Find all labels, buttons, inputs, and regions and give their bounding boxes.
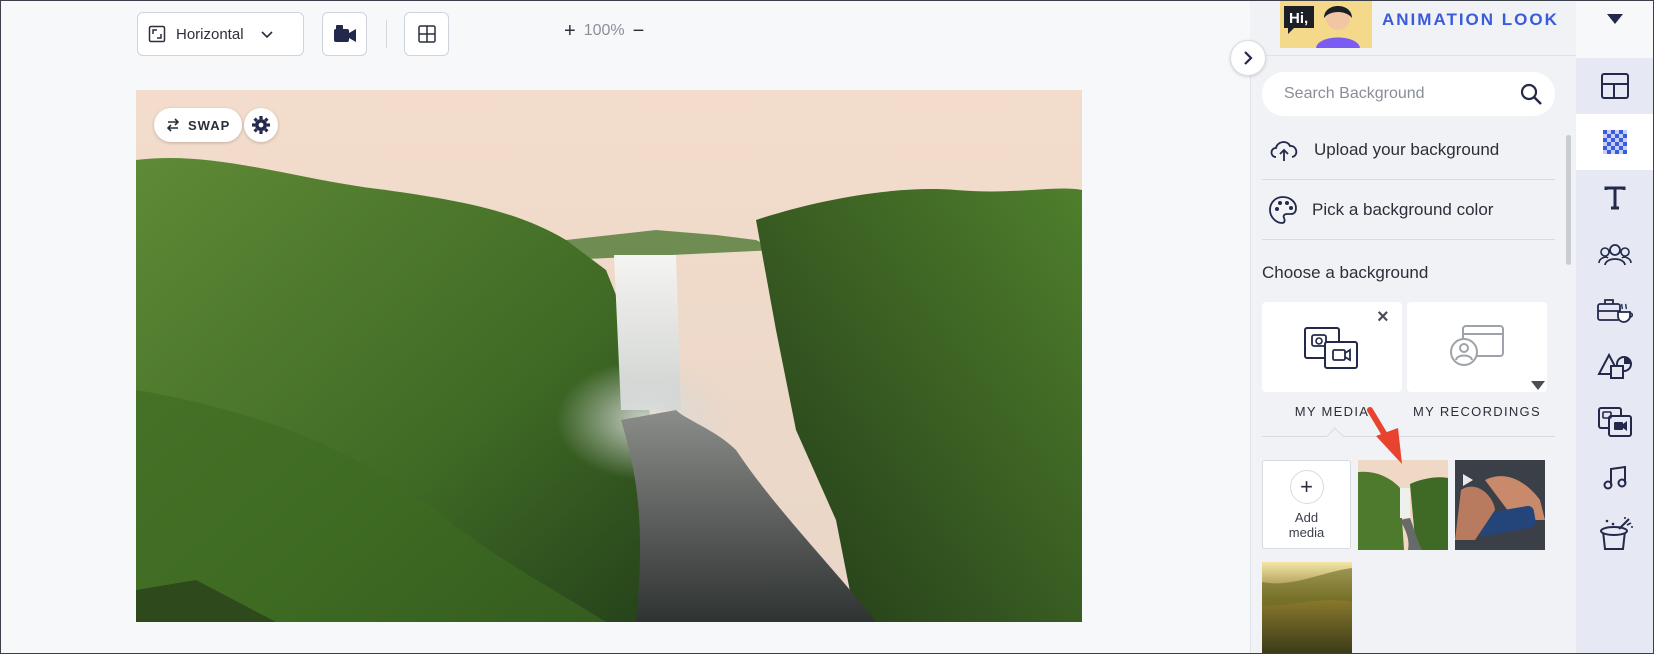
- gear-icon: [252, 116, 270, 134]
- recordings-icon: [1450, 325, 1504, 366]
- swap-label: SWAP: [188, 117, 231, 133]
- layout-tab[interactable]: [1576, 58, 1654, 114]
- media-icon: [1598, 407, 1632, 437]
- panel-scrollbar[interactable]: [1566, 135, 1571, 265]
- background-icon: [1603, 130, 1627, 154]
- forest-thumbnail-image: [1262, 562, 1352, 654]
- music-icon: [1603, 465, 1627, 490]
- recordings-corner-icon: [1531, 381, 1545, 390]
- pick-color-label: Pick a background color: [1312, 199, 1494, 219]
- music-tab[interactable]: [1576, 450, 1654, 506]
- media-tab[interactable]: [1576, 394, 1654, 450]
- media-thumbnail-forest[interactable]: [1262, 562, 1352, 654]
- add-media-label: Add media: [1288, 509, 1325, 540]
- waterfall-background-image: [136, 90, 1082, 622]
- grid-toggle-button[interactable]: [404, 12, 449, 56]
- scene-canvas[interactable]: SWAP: [136, 90, 1082, 622]
- media-thumbnail-phone[interactable]: [1455, 460, 1545, 550]
- background-tab[interactable]: [1576, 114, 1654, 170]
- characters-tab[interactable]: [1576, 226, 1654, 282]
- tool-sidebar: [1576, 58, 1654, 654]
- characters-icon: [1598, 244, 1632, 266]
- magic-hat-icon: [1600, 517, 1633, 550]
- look-title: ANIMATION LOOK: [1382, 10, 1559, 29]
- avatar-greeting: Hi,: [1289, 10, 1308, 27]
- pick-color-option[interactable]: Pick a background color: [1262, 180, 1555, 240]
- effects-tab[interactable]: [1576, 506, 1654, 562]
- waterfall-thumbnail-image: [1358, 460, 1448, 550]
- orientation-dropdown[interactable]: Horizontal: [137, 12, 304, 56]
- my-recordings-label: MY RECORDINGS: [1413, 404, 1541, 419]
- palette-icon: [1269, 195, 1297, 224]
- cloud-upload-icon: [1270, 140, 1298, 161]
- choose-background-heading: Choose a background: [1262, 263, 1429, 282]
- phone-video-thumbnail-image: [1455, 460, 1545, 550]
- look-dropdown-icon[interactable]: [1606, 12, 1624, 26]
- add-media-button[interactable]: + Add media: [1262, 460, 1351, 549]
- chevron-right-icon: [1244, 51, 1253, 65]
- layout-icon: [1601, 73, 1629, 99]
- media-library-icon: [1304, 327, 1358, 369]
- search-background-input[interactable]: [1284, 85, 1519, 103]
- shapes-icon: [1597, 352, 1632, 379]
- props-icon: [1597, 299, 1634, 323]
- chevron-down-icon: [260, 31, 273, 39]
- upload-background-label: Upload your background: [1314, 139, 1500, 159]
- annotation-arrow: [1367, 407, 1402, 464]
- zoom-control: + 100% −: [564, 21, 644, 41]
- tiles-divider: [1262, 436, 1555, 437]
- upload-background-option[interactable]: Upload your background: [1262, 120, 1555, 180]
- plus-icon: +: [1289, 469, 1324, 504]
- toolbar-divider: [386, 20, 387, 48]
- orientation-label: Horizontal: [176, 25, 244, 43]
- shapes-tab[interactable]: [1576, 338, 1654, 394]
- scene-settings-button[interactable]: [244, 108, 278, 142]
- collapse-panel-button[interactable]: [1230, 40, 1266, 76]
- camera-button[interactable]: [322, 12, 367, 56]
- my-recordings-tile[interactable]: [1407, 302, 1547, 392]
- search-icon[interactable]: [1519, 82, 1543, 106]
- animation-look-avatar: Hi,: [1280, 0, 1372, 48]
- aspect-ratio-icon: [148, 25, 166, 43]
- zoom-level: 100%: [583, 22, 625, 39]
- text-icon: [1604, 186, 1626, 210]
- swap-button[interactable]: SWAP: [154, 108, 243, 142]
- media-thumbnail-waterfall[interactable]: [1358, 460, 1448, 550]
- close-icon[interactable]: ×: [1377, 306, 1389, 329]
- props-tab[interactable]: [1576, 282, 1654, 338]
- zoom-in-button[interactable]: +: [564, 21, 576, 41]
- look-header[interactable]: Hi, ANIMATION LOOK: [1250, 0, 1623, 56]
- text-tab[interactable]: [1576, 170, 1654, 226]
- grid-icon: [417, 25, 436, 43]
- zoom-out-button[interactable]: −: [633, 21, 645, 41]
- search-background-field[interactable]: [1262, 72, 1555, 116]
- swap-arrows-icon: [166, 118, 180, 132]
- video-camera-icon: [333, 25, 356, 42]
